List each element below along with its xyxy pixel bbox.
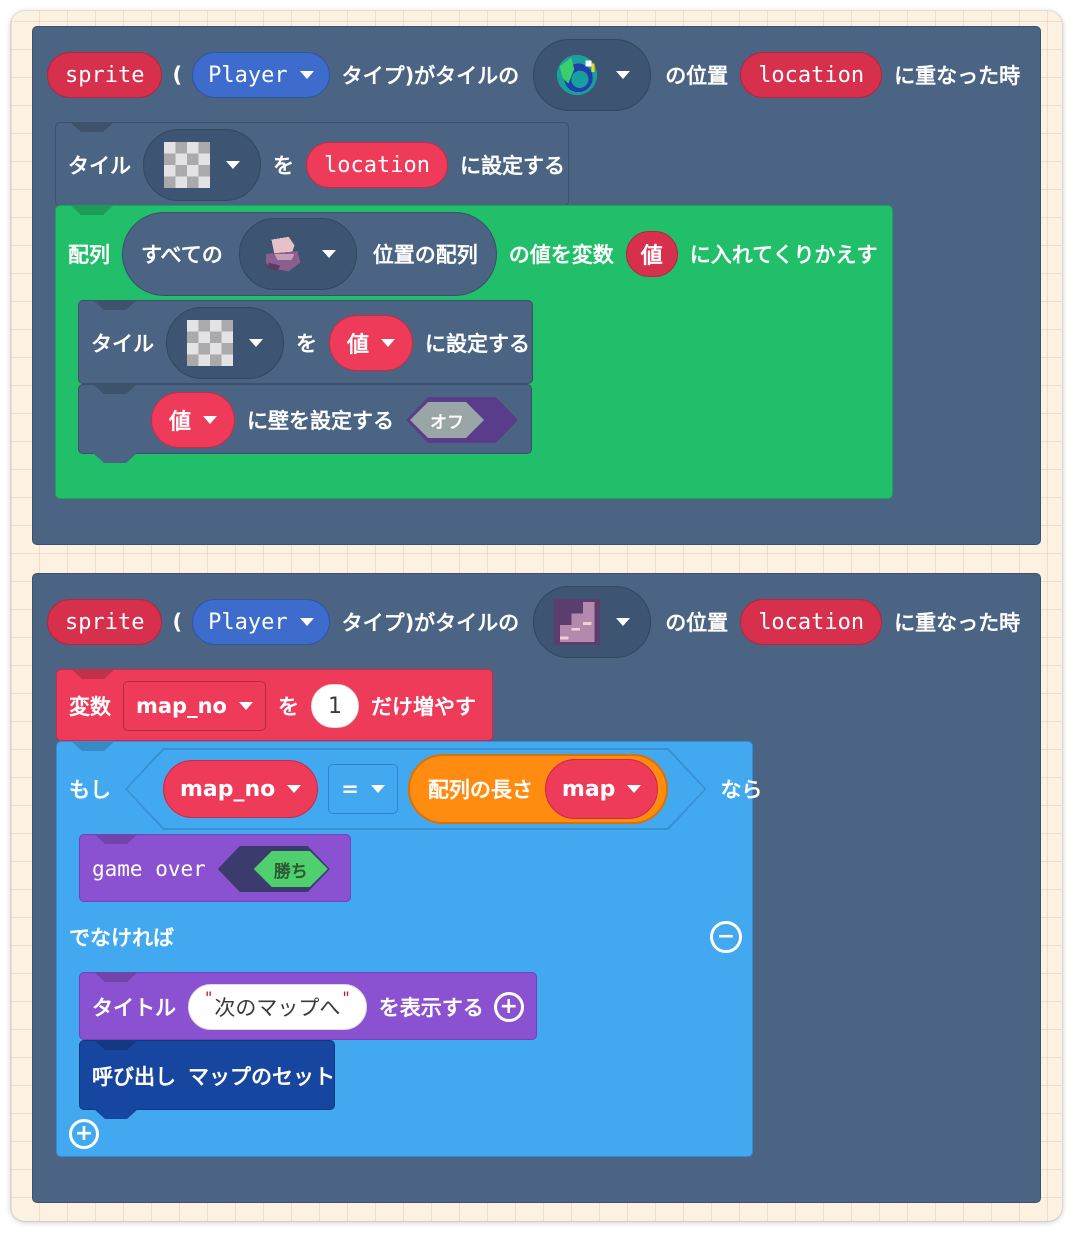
variable-label: 変数 bbox=[69, 695, 111, 719]
value-variable-name: 値 bbox=[347, 333, 370, 358]
sprite-kind-value: Player bbox=[208, 62, 288, 88]
sprite-variable[interactable]: sprite bbox=[47, 52, 163, 98]
stairs-tile-icon bbox=[554, 599, 601, 645]
expand-plus-icon[interactable]: + bbox=[493, 992, 524, 1022]
operator-value: = bbox=[341, 777, 359, 801]
repeat-label: に入れてくりかえす bbox=[689, 243, 878, 267]
set-wall-block[interactable]: 値 に壁を設定する オフ bbox=[78, 384, 532, 454]
transparent-checker-tile-icon bbox=[164, 142, 210, 188]
open-paren: ( bbox=[172, 610, 183, 634]
amount-input[interactable]: 1 bbox=[310, 684, 359, 728]
set-label: に設定する bbox=[459, 154, 565, 178]
overlap-label: に重なった時 bbox=[894, 64, 1021, 88]
array-length-reporter[interactable]: 配列の長さ map bbox=[407, 754, 669, 824]
open-paren: ( bbox=[172, 63, 183, 87]
set-wall-label: に壁を設定する bbox=[247, 409, 395, 433]
if-label: もし bbox=[69, 778, 111, 802]
add-else-if-icon[interactable]: + bbox=[69, 1119, 99, 1149]
position-label: の位置 bbox=[665, 611, 729, 635]
chevron-down-icon bbox=[616, 71, 631, 79]
title-label: タイトル bbox=[92, 996, 176, 1020]
location-variable[interactable]: location bbox=[306, 142, 448, 188]
tile-label: タイル bbox=[68, 154, 131, 178]
all-tile-locations-reporter[interactable]: すべての 位置の配列 bbox=[122, 212, 497, 296]
value-to-var-label: の値を変数 bbox=[508, 243, 614, 267]
wall-toggle-off[interactable]: オフ bbox=[406, 397, 519, 443]
wo-label: を bbox=[296, 332, 317, 356]
array-name: map bbox=[561, 776, 616, 802]
chevron-down-icon bbox=[370, 785, 385, 793]
sprite-variable[interactable]: sprite bbox=[47, 599, 163, 645]
tile-label: タイル bbox=[91, 332, 154, 356]
value-variable-name: 値 bbox=[169, 410, 192, 435]
chevron-down-icon bbox=[249, 339, 263, 347]
chevron-down-icon bbox=[299, 618, 314, 626]
chevron-down-icon bbox=[238, 702, 253, 710]
all-label: すべての bbox=[141, 243, 223, 267]
comparison-condition[interactable]: map_no = 配列の長さ map bbox=[125, 748, 706, 830]
set-tile-block[interactable]: タイル を location に設定する bbox=[55, 122, 569, 206]
chevron-down-icon bbox=[299, 71, 314, 79]
loop-variable[interactable]: 値 bbox=[625, 231, 678, 277]
show-title-block[interactable]: タイトル " 次のマップへ " を表示する + bbox=[79, 972, 537, 1040]
game-over-block[interactable]: game over 勝ち bbox=[79, 834, 351, 902]
location-variable[interactable]: location bbox=[740, 52, 883, 98]
chevron-down-icon bbox=[627, 785, 642, 793]
earth-globe-tile-icon bbox=[557, 54, 598, 96]
sprite-kind-value: Player bbox=[208, 609, 288, 635]
array-label: 配列 bbox=[68, 243, 110, 267]
win-toggle[interactable]: 勝ち bbox=[217, 846, 330, 892]
variable-name: map_no bbox=[180, 776, 276, 802]
transparent-checker-tile-icon bbox=[187, 320, 233, 366]
increase-label: だけ増やす bbox=[370, 695, 476, 719]
tile-picker[interactable] bbox=[238, 218, 357, 290]
map-no-variable-dropdown[interactable]: map_no bbox=[163, 760, 319, 818]
rock-tile-icon bbox=[265, 236, 300, 272]
position-label: の位置 bbox=[665, 64, 729, 88]
then-label: なら bbox=[720, 778, 763, 802]
title-text-value: 次のマップへ bbox=[214, 996, 341, 1020]
variable-name: map_no bbox=[136, 694, 227, 718]
type-label: タイプ)がタイルの bbox=[341, 611, 520, 635]
set-label: に設定する bbox=[425, 332, 531, 356]
chevron-down-icon bbox=[381, 339, 396, 347]
title-text-input[interactable]: " 次のマップへ " bbox=[188, 984, 367, 1030]
value-variable-dropdown[interactable]: 値 bbox=[151, 392, 236, 448]
set-tile-block[interactable]: タイル を 値 に設定する bbox=[78, 300, 533, 384]
call-label: 呼び出し bbox=[92, 1065, 176, 1089]
location-variable[interactable]: location bbox=[740, 599, 883, 645]
operator-dropdown[interactable]: = bbox=[328, 764, 398, 814]
call-function-block[interactable]: 呼び出し マップのセット bbox=[79, 1040, 335, 1110]
chevron-down-icon bbox=[226, 161, 240, 169]
change-variable-by-block[interactable]: 変数 map_no を 1 だけ増やす bbox=[56, 669, 493, 741]
chevron-down-icon bbox=[287, 785, 302, 793]
variable-dropdown[interactable]: map_no bbox=[123, 681, 266, 731]
type-label: タイプ)がタイルの bbox=[341, 64, 520, 88]
tile-picker[interactable] bbox=[533, 586, 652, 658]
chevron-down-icon bbox=[203, 416, 218, 424]
game-over-label: game over bbox=[92, 857, 206, 881]
sprite-kind-dropdown[interactable]: Player bbox=[192, 52, 330, 98]
quote-open-icon: " bbox=[205, 987, 213, 1007]
locations-array-label: 位置の配列 bbox=[372, 243, 478, 267]
tile-picker[interactable] bbox=[533, 39, 652, 111]
function-name: マップのセット bbox=[188, 1065, 335, 1089]
array-length-label: 配列の長さ bbox=[427, 778, 533, 802]
remove-else-icon[interactable]: − bbox=[710, 921, 742, 953]
chevron-down-icon bbox=[616, 618, 631, 626]
map-array-dropdown[interactable]: map bbox=[544, 759, 659, 819]
show-label: を表示する bbox=[378, 996, 484, 1020]
value-variable-dropdown[interactable]: 値 bbox=[329, 315, 414, 371]
tile-picker[interactable] bbox=[166, 307, 284, 379]
sprite-kind-dropdown[interactable]: Player bbox=[192, 599, 330, 645]
wo-label: を bbox=[273, 154, 294, 178]
quote-close-icon: " bbox=[342, 987, 350, 1007]
wo-label: を bbox=[277, 695, 299, 719]
overlap-label: に重なった時 bbox=[894, 611, 1021, 635]
else-label: でなければ bbox=[69, 926, 174, 950]
chevron-down-icon bbox=[321, 250, 336, 258]
tile-picker[interactable] bbox=[143, 129, 261, 201]
